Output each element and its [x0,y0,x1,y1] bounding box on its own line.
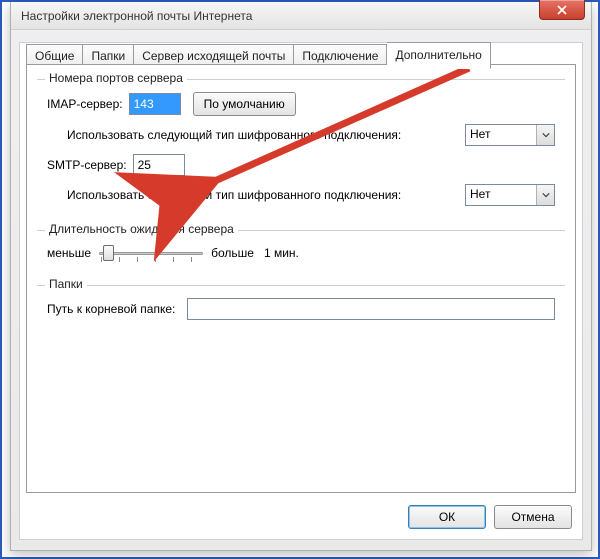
dialog-footer: ОК Отмена [408,505,572,529]
smtp-enc-label: Использовать следующий тип шифрованного … [67,188,401,202]
cancel-button[interactable]: Отмена [494,505,572,529]
imap-port-input[interactable] [129,93,181,115]
row-imap-port: IMAP-сервер: По умолчанию [47,92,555,116]
smtp-port-input[interactable] [133,154,185,176]
close-icon [557,5,567,15]
smtp-label: SMTP-сервер: [47,158,127,172]
timeout-value: 1 мин. [264,246,299,260]
group-server-ports-legend: Номера портов сервера [45,71,187,85]
row-root-path: Путь к корневой папке: [47,298,555,320]
timeout-slider[interactable] [99,243,203,263]
tab-advanced[interactable]: Дополнительно [387,42,490,69]
group-folders-legend: Папки [45,277,87,291]
row-imap-enc: Использовать следующий тип шифрованного … [47,124,555,146]
timeout-more-label: больше [211,246,254,260]
default-ports-button[interactable]: По умолчанию [193,92,296,116]
smtp-encryption-select[interactable]: Нет [465,184,555,206]
timeout-less-label: меньше [47,246,91,260]
row-smtp-enc: Использовать следующий тип шифрованного … [47,184,555,206]
imap-encryption-value: Нет [466,125,536,145]
root-path-input[interactable] [187,298,555,320]
ok-button[interactable]: ОК [408,505,486,529]
client-area: Общие Папки Сервер исходящей почты Подкл… [19,42,583,540]
window-title: Настройки электронной почты Интернета [21,9,252,23]
imap-encryption-select[interactable]: Нет [465,124,555,146]
group-folders: Папки Путь к корневой папке: [37,285,565,328]
close-button[interactable] [539,0,585,20]
chevron-down-icon [536,125,554,145]
group-server-timeout: Длительность ожидания сервера меньше бол… [37,230,565,271]
group-server-timeout-legend: Длительность ожидания сервера [45,222,238,236]
slider-thumb-icon [103,245,114,261]
row-smtp-port: SMTP-сервер: [47,154,555,176]
group-server-ports: Номера портов сервера IMAP-сервер: По ум… [37,79,565,216]
smtp-encryption-value: Нет [466,185,536,205]
imap-label: IMAP-сервер: [47,97,123,111]
title-bar: Настройки электронной почты Интернета [11,2,591,30]
chevron-down-icon [536,185,554,205]
root-path-label: Путь к корневой папке: [47,302,175,316]
imap-enc-label: Использовать следующий тип шифрованного … [67,128,401,142]
tab-panel-advanced: Номера портов сервера IMAP-сервер: По ум… [26,64,576,493]
row-timeout: меньше больше 1 мин. [47,243,555,263]
